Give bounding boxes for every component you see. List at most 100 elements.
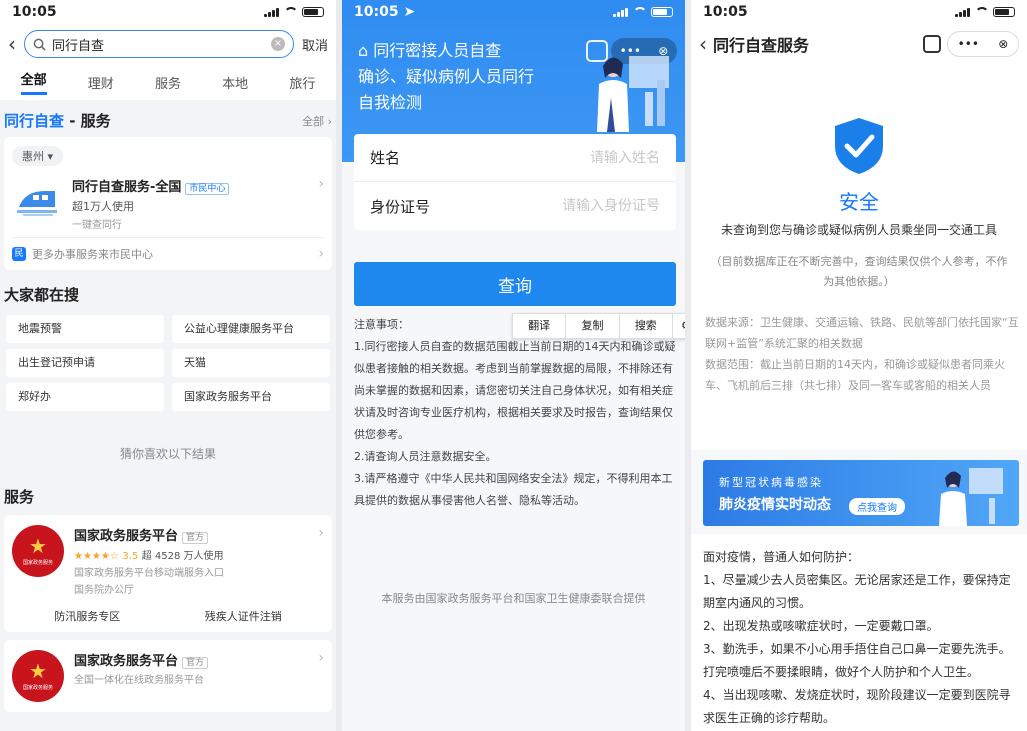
translate-menu-item[interactable]: 翻译 <box>513 314 567 338</box>
chevron-right-icon: › <box>318 246 324 262</box>
page-title: 同行自查服务 <box>713 36 810 55</box>
hot-search-item[interactable]: 国家政务服务平台 <box>172 383 330 411</box>
tab-finance[interactable]: 理财 <box>88 73 114 92</box>
service-desc: 一键查同行 <box>72 220 122 231</box>
tab-local[interactable]: 本地 <box>222 73 248 92</box>
data-range: 数据范围：截止当前日期的14天内，和确诊或疑似患者同乘火车、飞机前后三排（共七排… <box>705 358 1005 392</box>
hero-title: ⌂ 同行密接人员自查 确诊、疑似病例人员同行 自我检测 <box>358 41 535 112</box>
cancel-button[interactable]: 取消 <box>302 35 328 54</box>
query-button[interactable]: 查询 <box>354 262 676 306</box>
signal-icon <box>955 7 971 17</box>
search-menu-item[interactable]: 搜索 <box>620 314 673 338</box>
note-item: 2.请查询人员注意数据安全。 <box>354 450 497 463</box>
tab-service[interactable]: 服务 <box>155 73 181 92</box>
id-number-field[interactable] <box>500 198 660 214</box>
official-badge: 官方 <box>182 657 209 669</box>
gov-sub-links: 防汛服务专区 残疾人证件注销 <box>12 602 324 628</box>
service-name: 同行自查服务-全国 <box>72 180 182 195</box>
status-bar: 10:05 ➤ <box>342 0 685 24</box>
hot-search-item[interactable]: 郑好办 <box>6 383 164 411</box>
name-row: 姓名 <box>354 134 676 182</box>
tab-all[interactable]: 全部 <box>20 69 47 95</box>
official-badge: 官方 <box>182 532 209 544</box>
search-bar: ‹ 同行自查 × 取消 <box>0 24 336 64</box>
scan-icon[interactable] <box>923 35 941 53</box>
result-screen: 10:05 ‹ 同行自查服务 ••• ⊗ 安全 未查询到您与确诊或疑似病例人员乘坐… <box>691 0 1027 731</box>
service-item[interactable]: 同行自查服务-全国 市民中心 超1万人使用 一键查同行 › <box>12 166 324 238</box>
name-field[interactable] <box>500 149 660 166</box>
section-title: 同行自查 - 服务 <box>4 112 111 130</box>
epidemic-banner[interactable]: 新型冠状病毒感染 肺炎疫情实时动态 点我查询 <box>703 460 1019 526</box>
wifi-icon <box>633 7 647 17</box>
mini-program-capsule: ••• ⊗ <box>947 31 1019 57</box>
gear-icon[interactable]: ⚙ <box>673 314 685 338</box>
back-icon[interactable]: ‹ <box>699 32 707 56</box>
text-context-menu: 翻译 复制 搜索 ⚙ <box>512 313 685 339</box>
gov-users: 超 4528 万人使用 <box>141 551 224 562</box>
note-item: 1.同行密接人员自查的数据范围截止当前日期的14天内和确诊或疑似患者接触的相关数… <box>354 340 676 441</box>
rating-stars: ★★★★☆ <box>74 551 119 562</box>
gov-service-item[interactable]: ★ 国家政务服务 国家政务服务平台 官方 ★★★★☆ 3.5 超 4528 万人使用… <box>12 519 324 602</box>
banner-query-button[interactable]: 点我查询 <box>849 498 905 515</box>
self-check-form-screen: 10:05 ➤ ⌂ 同行密接人员自查 确诊、疑似病例人员同行 自我检测 ••• ⊗… <box>342 0 685 731</box>
hot-search-item[interactable]: 出生登记预申请 <box>6 349 164 377</box>
copy-menu-item[interactable]: 复制 <box>566 314 620 338</box>
result-disclaimer: （目前数据库正在不断完善中，查询结果仅供个人参考，不作为其他依据。） <box>710 255 1008 288</box>
status-time: 10:05 ➤ <box>354 4 416 20</box>
gov-service-name: 国家政务服务平台 <box>74 529 179 544</box>
back-icon[interactable]: ‹ <box>8 32 16 56</box>
prevention-section: 面对疫情，普通人如何防护： 1、尽量减少去人员密集区。无论居家还是工作，要保持定… <box>691 534 1027 731</box>
flood-service-link[interactable]: 防汛服务专区 <box>54 608 120 624</box>
prevention-item: 2、出现发热或咳嗽症状时，一定要戴口罩。 <box>703 619 939 633</box>
services-title: 服务 <box>4 488 35 506</box>
disability-cert-link[interactable]: 残疾人证件注销 <box>205 608 282 624</box>
name-label: 姓名 <box>370 149 401 167</box>
close-icon[interactable]: ⊗ <box>998 37 1008 51</box>
signal-icon <box>264 7 280 17</box>
chevron-right-icon: › <box>318 650 324 666</box>
search-query[interactable]: 同行自查 <box>52 35 265 54</box>
nav-bar: ‹ 同行自查服务 ••• ⊗ <box>691 24 1027 64</box>
result-status: 安全 <box>839 190 879 214</box>
service-badge: 市民中心 <box>185 183 230 195</box>
battery-icon <box>993 7 1015 17</box>
gov-org: 国务院办公厅 <box>74 585 134 596</box>
rating-value: 3.5 <box>122 551 139 562</box>
citizen-center-icon: 民 <box>12 247 26 261</box>
view-all-link[interactable]: 全部 › <box>302 113 332 129</box>
gov-desc: 全国一体化在线政务服务平台 <box>74 675 204 686</box>
more-services-link[interactable]: 民 更多办事服务来市民中心 › <box>12 238 324 262</box>
hot-search-item[interactable]: 地震预警 <box>6 315 164 343</box>
data-source: 数据来源：卫生健康、交通运输、铁路、民航等部门依托国家“互联网+监管”系统汇聚的… <box>705 316 1019 350</box>
national-emblem-icon: ★ 国家政务服务 <box>12 525 64 577</box>
home-icon[interactable]: ⌂ <box>358 41 373 60</box>
service-section-header: 同行自查 - 服务 全部 › <box>0 100 336 137</box>
city-selector[interactable]: 惠州 ▾ <box>12 146 64 166</box>
gov-service-card-2: ★ 国家政务服务 国家政务服务平台 官方 全国一体化在线政务服务平台 › <box>4 640 332 712</box>
hot-searches-title: 大家都在搜 <box>4 286 80 304</box>
wifi-icon <box>284 7 298 17</box>
doctor-illustration <box>597 56 669 132</box>
clear-icon[interactable]: × <box>270 37 285 51</box>
doctor-illustration <box>939 468 1003 526</box>
tab-travel[interactable]: 旅行 <box>289 73 315 92</box>
more-icon[interactable]: ••• <box>958 37 979 51</box>
notes-section: 注意事项： 1.同行密接人员自查的数据范围截止当前日期的14天内和确诊或疑似患者… <box>354 314 676 512</box>
status-time: 10:05 <box>12 4 57 20</box>
national-emblem-icon: ★ 国家政务服务 <box>12 650 64 702</box>
status-bar: 10:05 <box>0 0 336 24</box>
wifi-icon <box>975 7 989 17</box>
signal-icon <box>613 7 629 17</box>
hot-searches-grid: 地震预警 公益心理健康服务平台 出生登记预申请 天猫 郑好办 国家政务服务平台 <box>0 315 336 411</box>
gov-service-card: ★ 国家政务服务 国家政务服务平台 官方 ★★★★☆ 3.5 超 4528 万人使用… <box>4 515 332 632</box>
hot-search-item[interactable]: 公益心理健康服务平台 <box>172 315 330 343</box>
train-icon <box>12 176 62 226</box>
search-input[interactable]: 同行自查 × <box>24 30 294 58</box>
prevention-item: 4、当出现咳嗽、发烧症状时，现阶段建议一定要到医院寻求医生正确的诊疗帮助。 <box>703 688 1011 725</box>
chevron-right-icon: › <box>318 176 324 192</box>
status-bar: 10:05 <box>691 0 1027 24</box>
hot-search-item[interactable]: 天猫 <box>172 349 330 377</box>
gov-service-item[interactable]: ★ 国家政务服务 国家政务服务平台 官方 全国一体化在线政务服务平台 › <box>12 644 324 708</box>
category-tabs: 全部 理财 服务 本地 旅行 <box>0 64 336 100</box>
query-form: 姓名 身份证号 <box>354 134 676 230</box>
